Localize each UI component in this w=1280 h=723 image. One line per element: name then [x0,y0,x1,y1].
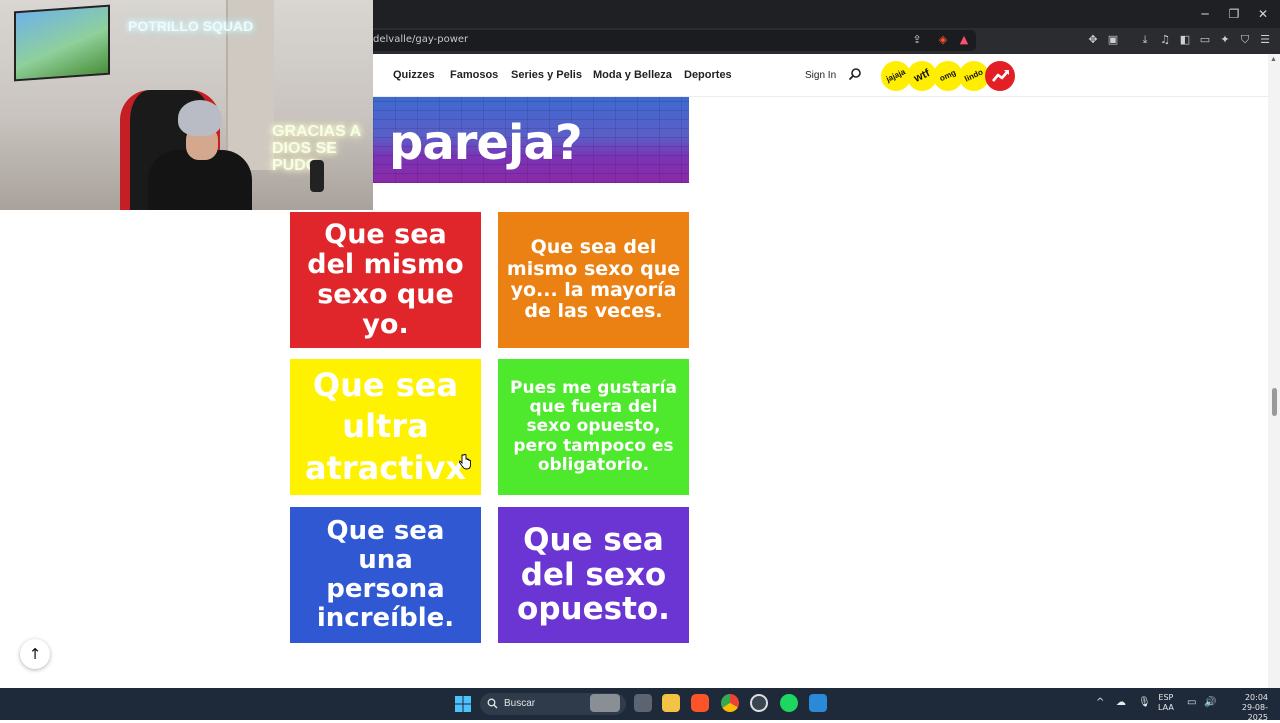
sign-in-link[interactable]: Sign In [805,70,836,81]
leo-ai-icon[interactable]: ✦ [1218,33,1232,47]
maximize-button[interactable]: ❐ [1219,5,1249,23]
question-image-text: pareja? [389,115,583,171]
trending-icon [992,70,1009,82]
nav-link-deportes[interactable]: Deportes [684,69,732,81]
menu-icon[interactable]: ☰ [1258,33,1272,47]
answer-tile-3-label: Que sea ultra atractivx [305,365,466,487]
nav-link-series-y-pelis[interactable]: Series y Pelis [511,69,582,81]
nav-link-quizzes[interactable]: Quizzes [393,69,435,81]
clock-time: 20:04 [1244,693,1268,702]
answer-tile-1[interactable]: Que sea del mismo sexo que yo. [290,212,481,348]
webcam-microphone [310,160,324,192]
task-view-icon[interactable] [634,694,652,712]
answer-tile-2-label: Que sea del mismo sexo que yo... la mayo… [506,236,681,323]
close-window-button[interactable]: ✕ [1248,5,1278,23]
page-scrollbar[interactable] [1268,54,1280,688]
keyboard-layout: LAA [1158,703,1174,712]
answer-tile-2[interactable]: Que sea del mismo sexo que yo... la mayo… [498,212,689,348]
webcam-tv [14,4,110,82]
question-image: pareja? [373,97,689,183]
taskbar-search-highlight-icon[interactable] [590,694,620,712]
answer-tile-5-label: Que sea una persona increíble. [316,515,455,634]
answer-tile-3[interactable]: Que sea ultra atractivx [290,359,481,495]
scroll-up-arrow-icon[interactable]: ▲ [1270,56,1277,63]
hand-cursor-icon [459,454,471,470]
answer-tile-6-label: Que sea del sexo opuesto. [517,521,670,628]
discord-like-app-icon[interactable] [750,694,768,712]
webcam-overlay: POTRILLO SQUAD GRACIAS A DIOS SE PUDO [0,0,373,210]
tray-overflow-icon[interactable]: ^ [1096,697,1104,708]
search-icon[interactable] [848,67,862,81]
back-to-top-button[interactable]: ↑ [20,639,50,669]
taskbar-search-icon [487,698,498,709]
windows-start-icon[interactable] [455,696,471,712]
file-explorer-icon[interactable] [662,694,680,712]
address-bar-url[interactable]: delvalle/gay-power [373,34,468,45]
answer-tile-1-label: Que sea del mismo sexo que yo. [307,218,464,341]
wallet-icon[interactable]: ▭ [1198,33,1212,47]
answer-tile-4-label: Pues me gustaría que fuera del sexo opue… [510,378,677,475]
network-icon[interactable]: ▭ [1187,697,1196,708]
language-indicator[interactable]: ESP LAA [1158,693,1174,713]
webcam-neon-sign-top: POTRILLO SQUAD [128,18,254,34]
sidebar-icon[interactable]: ◧ [1178,33,1192,47]
cloud-sync-icon[interactable]: ☁ [1116,697,1126,708]
arrow-up-icon: ↑ [28,645,42,663]
brave-rewards-icon[interactable]: ▲ [957,33,971,47]
scrollbar-thumb[interactable] [1272,388,1277,416]
answer-tile-4[interactable]: Pues me gustaría que fuera del sexo opue… [498,359,689,495]
minimize-button[interactable]: ─ [1190,5,1220,23]
microphone-icon[interactable]: 🎙 [1138,697,1151,708]
media-icon[interactable]: ♫ [1158,33,1172,47]
photos-app-icon[interactable] [809,694,827,712]
taskbar-clock[interactable]: 20:04 29-08-2025 [1226,693,1268,723]
webcam-person-hair [178,100,222,136]
answer-tile-6[interactable]: Que sea del sexo opuesto. [498,507,689,643]
share-icon[interactable]: ⇪ [910,33,924,47]
language-code: ESP [1158,693,1174,702]
extensions-icon[interactable]: ✥ [1086,33,1100,47]
volume-icon[interactable]: 🔊 [1204,697,1216,708]
screenshot-icon[interactable]: ▣ [1106,33,1120,47]
brave-browser-icon[interactable] [691,694,709,712]
brave-shields-icon[interactable]: ◈ [936,33,950,47]
trending-badge[interactable] [985,61,1015,91]
nav-link-moda-y-belleza[interactable]: Moda y Belleza [593,69,672,81]
answer-tile-5[interactable]: Que sea una persona increíble. [290,507,481,643]
vpn-icon[interactable]: ⛉ [1238,33,1252,47]
spotify-icon[interactable] [780,694,798,712]
clock-date: 29-08-2025 [1241,703,1268,722]
taskbar-search-placeholder[interactable]: Buscar [504,698,535,709]
nav-link-famosos[interactable]: Famosos [450,69,498,81]
chrome-icon[interactable] [721,694,739,712]
downloads-icon[interactable]: ⤓ [1138,33,1152,47]
